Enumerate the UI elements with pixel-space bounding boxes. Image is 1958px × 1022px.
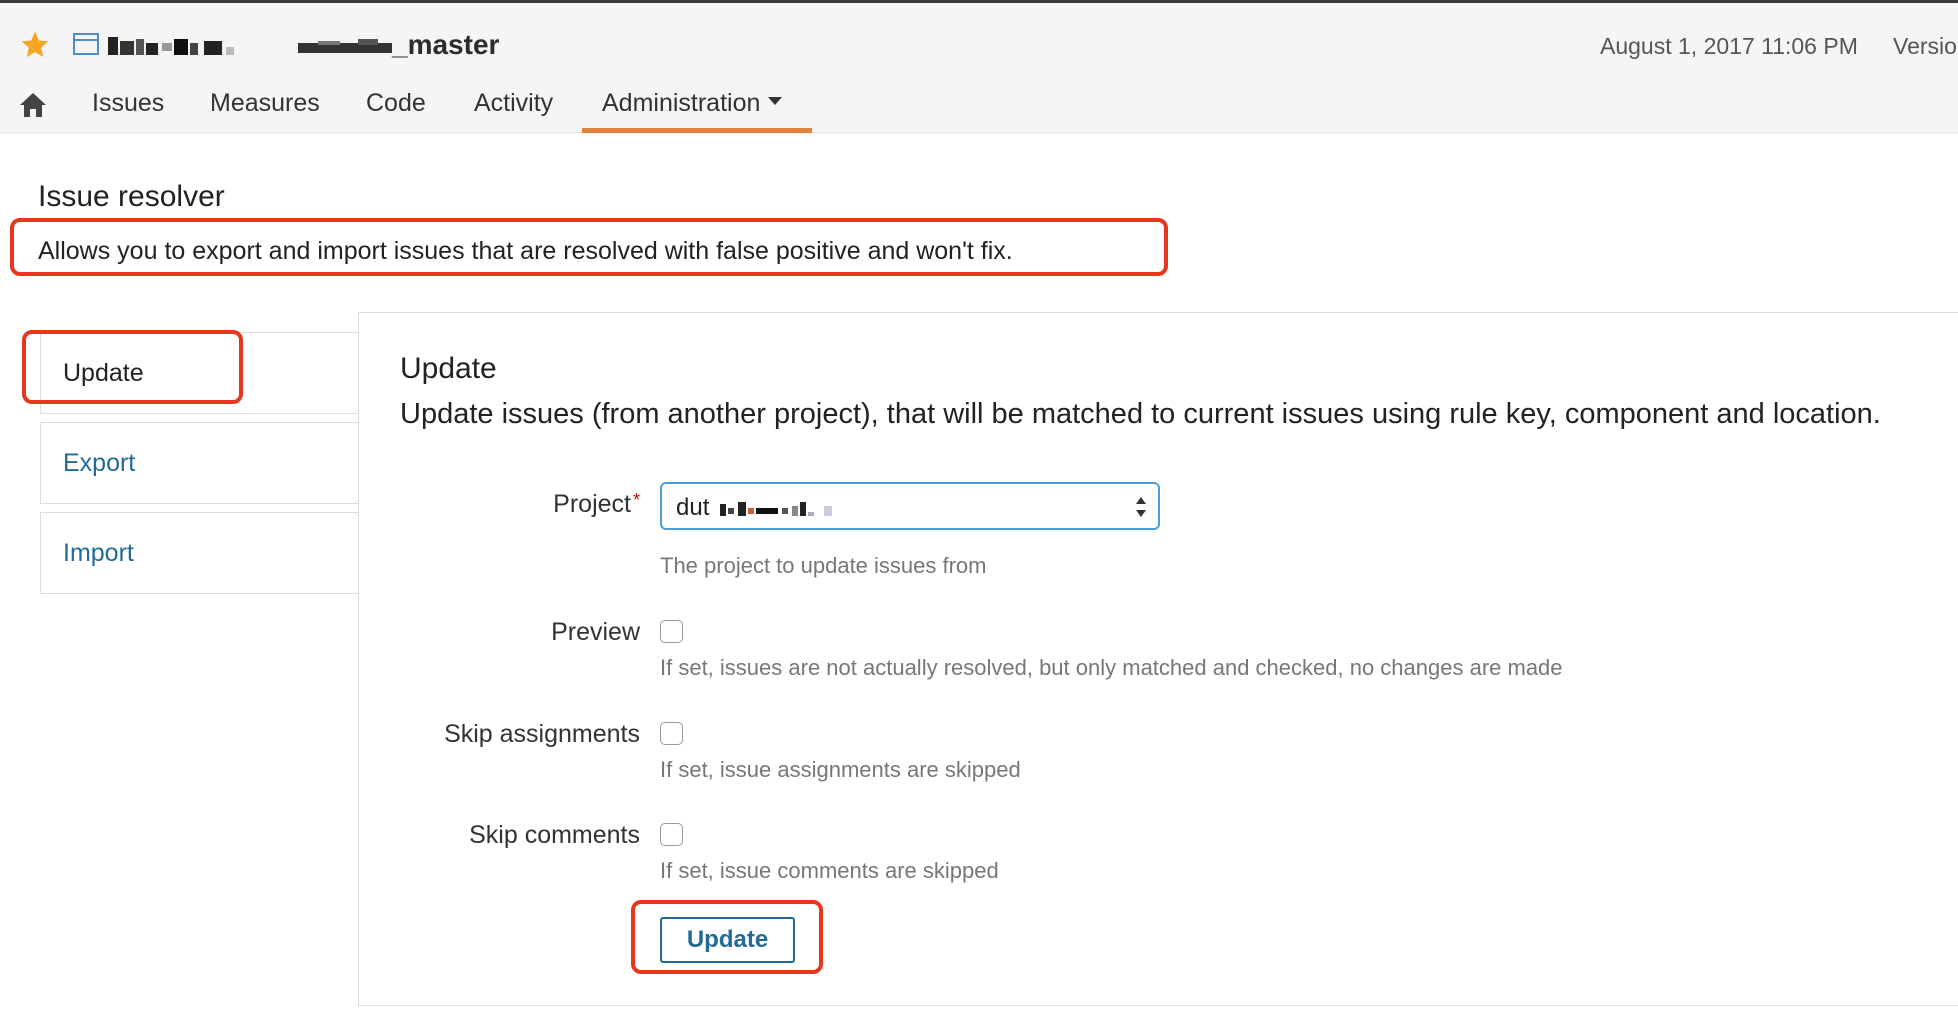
redacted-branch-prefix [298, 39, 392, 53]
star-icon[interactable] [18, 29, 52, 61]
nav-activity[interactable]: Activity [474, 89, 553, 118]
nav-issues[interactable]: Issues [92, 89, 164, 118]
nav-administration[interactable]: Administration [602, 89, 783, 118]
project-window-icon [73, 33, 99, 55]
tab-export-label: Export [63, 449, 136, 477]
skip-comments-checkbox[interactable] [660, 823, 683, 846]
version-label: Versio [1893, 33, 1957, 59]
project-label-text: Project [553, 490, 631, 518]
project-select[interactable]: dut [660, 482, 1160, 530]
required-marker: * [632, 490, 640, 510]
skip-comments-help-text: If set, issue comments are skipped [660, 858, 999, 883]
skip-assignments-label: Skip assignments [444, 720, 640, 748]
home-icon[interactable] [18, 91, 48, 119]
analysis-date: August 1, 2017 11:06 PM [1600, 33, 1858, 59]
nav-code[interactable]: Code [366, 89, 426, 118]
panel-description: Update issues (from another project), th… [400, 398, 1881, 430]
nav-administration-label: Administration [602, 89, 761, 117]
panel-title: Update [400, 352, 497, 385]
preview-label: Preview [551, 618, 640, 646]
tab-import[interactable]: Import [40, 512, 360, 594]
project-help-text: The project to update issues from [660, 553, 987, 578]
redacted-project-option [720, 502, 832, 516]
preview-help-text: If set, issues are not actually resolved… [660, 655, 1563, 680]
project-field-label: Project * [340, 490, 640, 519]
skip-assignments-help-text: If set, issue assignments are skipped [660, 757, 1021, 782]
project-name[interactable]: _master [392, 29, 499, 61]
skip-comments-label: Skip comments [469, 821, 640, 849]
tab-export[interactable]: Export [40, 422, 360, 504]
caret-down-icon [768, 97, 783, 106]
select-arrows-icon [1136, 497, 1146, 517]
active-tab-indicator [582, 128, 812, 133]
page-title: Issue resolver [38, 180, 225, 213]
project-select-value: dut [676, 494, 710, 521]
project-header: _master August 1, 2017 11:06 PM Versio I… [0, 3, 1958, 133]
preview-checkbox[interactable] [660, 620, 683, 643]
tab-import-label: Import [63, 539, 134, 567]
nav-measures[interactable]: Measures [210, 89, 320, 118]
project-nav: Issues Measures Code Activity Administra… [0, 83, 1958, 133]
redacted-project-key [108, 37, 234, 55]
page-description: Allows you to export and import issues t… [38, 237, 1013, 265]
skip-assignments-checkbox[interactable] [660, 722, 683, 745]
tab-update[interactable]: Update [40, 332, 360, 414]
tab-update-label: Update [63, 359, 144, 387]
update-submit-button[interactable]: Update [660, 917, 795, 963]
